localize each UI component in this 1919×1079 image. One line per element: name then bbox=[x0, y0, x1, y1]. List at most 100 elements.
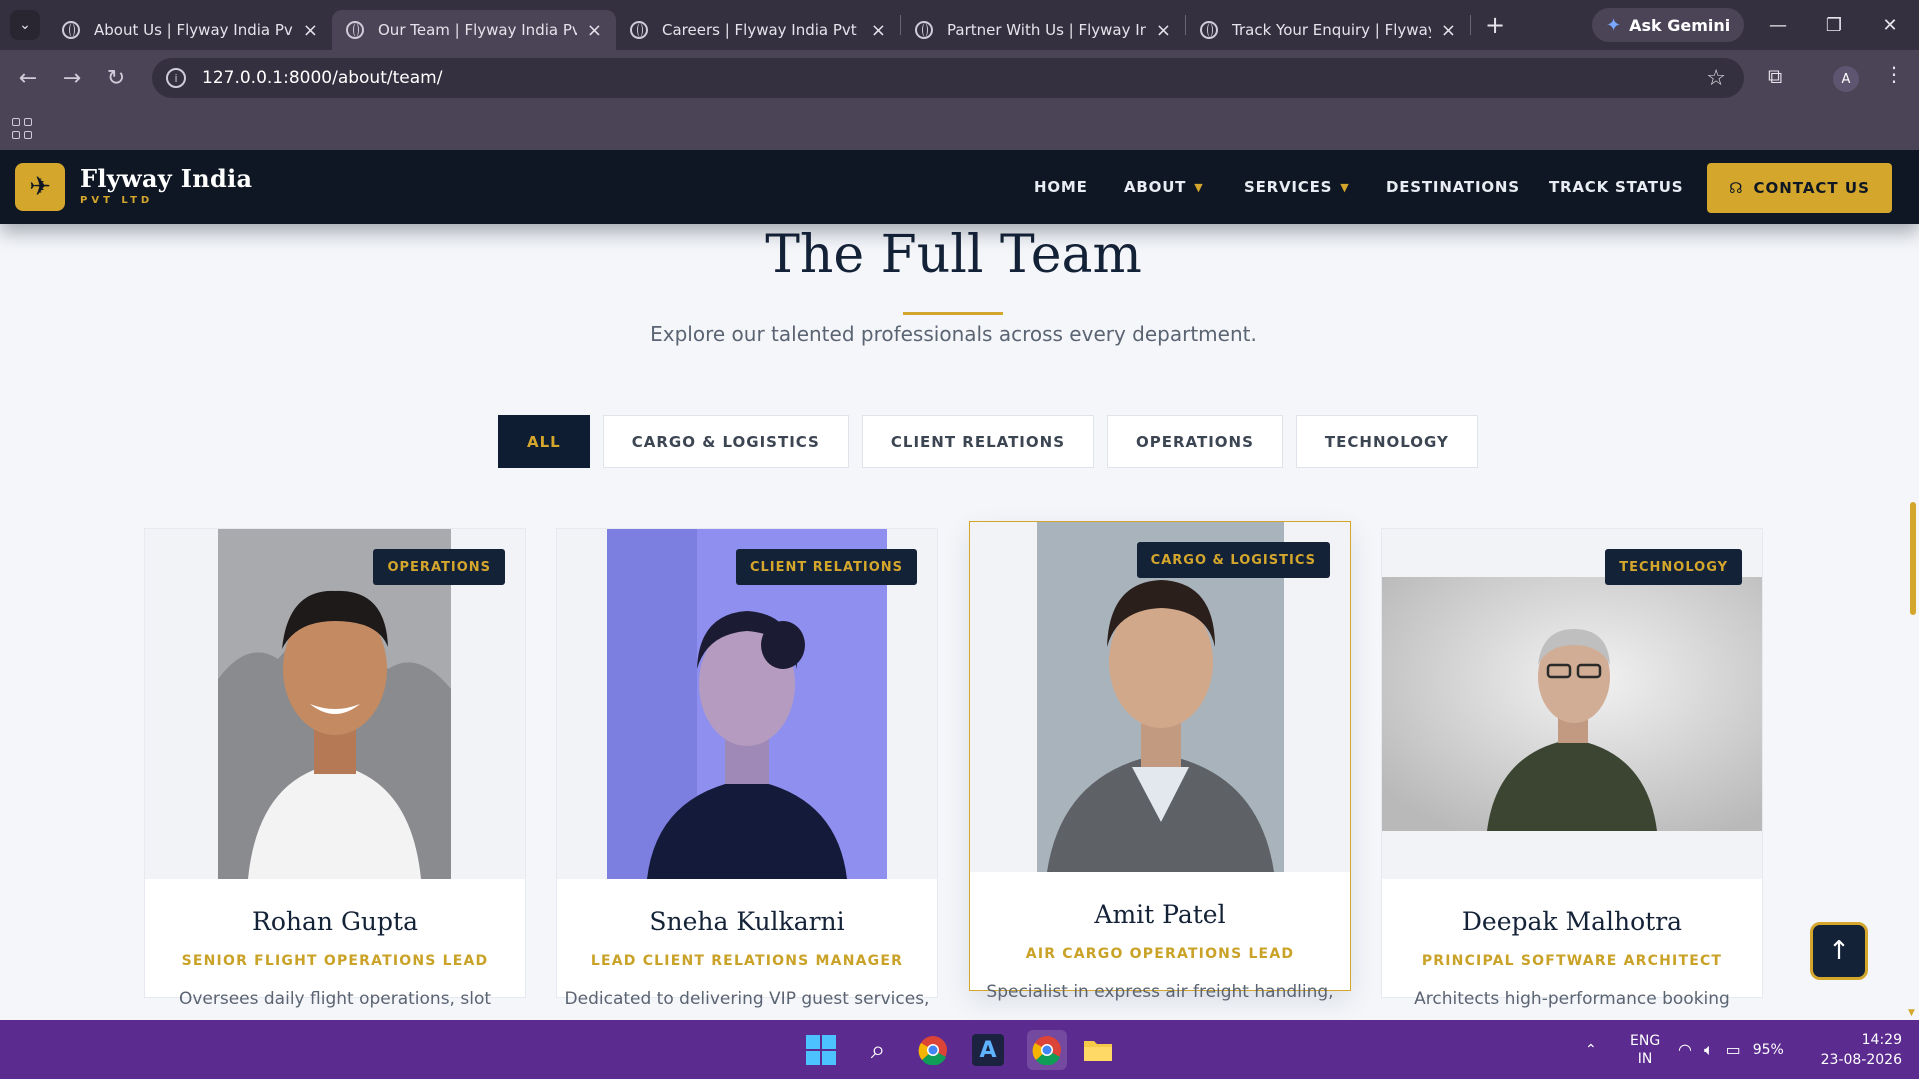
back-to-top-button[interactable]: ↑ bbox=[1810, 922, 1868, 980]
tab-our-team[interactable]: Our Team | Flyway India Pvt Ltd × bbox=[332, 10, 616, 50]
ask-gemini-button[interactable]: ✦ Ask Gemini bbox=[1592, 8, 1745, 42]
nav-destinations[interactable]: DESTINATIONS bbox=[1386, 150, 1520, 224]
apps-grid-icon[interactable] bbox=[12, 118, 34, 140]
filter-operations-button[interactable]: OPERATIONS bbox=[1107, 415, 1283, 468]
tab-title: About Us | Flyway India Pvt Ltd bbox=[94, 21, 293, 39]
airplane-logo-icon[interactable]: ✈ bbox=[15, 163, 65, 211]
tab-careers[interactable]: Careers | Flyway India Pvt Ltd × bbox=[616, 10, 900, 50]
department-filter-group: ALL CARGO & LOGISTICS CLIENT RELATIONS O… bbox=[498, 415, 1478, 468]
windows-taskbar: ⌕ A ⌃ ENG IN ◠ 🔈︎ ▭ 95% 14:29 23-08-2026 bbox=[0, 1020, 1919, 1079]
member-name: Rohan Gupta bbox=[252, 907, 418, 936]
ask-gemini-label: Ask Gemini bbox=[1629, 15, 1731, 35]
arrow-up-icon: ↑ bbox=[1828, 936, 1850, 966]
profile-avatar[interactable]: A bbox=[1833, 66, 1859, 92]
nav-home-label: HOME bbox=[1034, 178, 1088, 196]
member-name: Sneha Kulkarni bbox=[649, 907, 845, 936]
tab-partner-with-us[interactable]: Partner With Us | Flyway India × bbox=[901, 10, 1185, 50]
language-label: ENG bbox=[1630, 1032, 1661, 1049]
team-card-sneha-kulkarni[interactable]: CLIENT RELATIONS Sneha Kulkarni LEAD CLI… bbox=[556, 528, 938, 1009]
globe-icon bbox=[915, 21, 933, 39]
address-bar[interactable]: i 127.0.0.1:8000/about/team/ ☆ bbox=[152, 58, 1744, 98]
restore-icon[interactable]: ❐ bbox=[1806, 0, 1862, 50]
minimize-icon[interactable]: — bbox=[1750, 0, 1806, 50]
nav-home[interactable]: HOME bbox=[1034, 150, 1088, 224]
tray-overflow-chevron-icon[interactable]: ⌃ bbox=[1585, 1020, 1597, 1079]
team-card-amit-patel[interactable]: CARGO & LOGISTICS Amit Patel AIR CARGO O… bbox=[969, 521, 1351, 1002]
close-tab-icon[interactable]: × bbox=[1156, 20, 1171, 41]
nav-services[interactable]: SERVICES ▼ bbox=[1244, 150, 1350, 224]
filter-client-relations-button[interactable]: CLIENT RELATIONS bbox=[861, 415, 1094, 468]
extensions-puzzle-icon[interactable]: ⧉ bbox=[1768, 64, 1782, 88]
page-subtitle: Explore our talented professionals acros… bbox=[650, 322, 1257, 346]
nav-services-label: SERVICES bbox=[1244, 178, 1333, 196]
tab-title: Partner With Us | Flyway India bbox=[947, 21, 1146, 39]
nav-track-label: TRACK STATUS bbox=[1549, 178, 1684, 196]
back-arrow-icon[interactable]: ← bbox=[6, 66, 50, 91]
windows-start-icon[interactable] bbox=[805, 1034, 837, 1066]
bookmark-star-icon[interactable]: ☆ bbox=[1706, 66, 1726, 91]
tab-track-enquiry[interactable]: Track Your Enquiry | Flyway India × bbox=[1186, 10, 1470, 50]
reload-icon[interactable]: ↻ bbox=[94, 66, 138, 91]
tab-about-us[interactable]: About Us | Flyway India Pvt Ltd × bbox=[48, 10, 332, 50]
contact-us-label: CONTACT US bbox=[1753, 179, 1870, 197]
wifi-icon: ◠ bbox=[1678, 1040, 1692, 1059]
forward-arrow-icon[interactable]: → bbox=[50, 66, 94, 91]
department-badge: OPERATIONS bbox=[373, 549, 505, 585]
tab-title: Our Team | Flyway India Pvt Ltd bbox=[378, 21, 577, 39]
team-card-deepak-malhotra[interactable]: TECHNOLOGY Deepak Malhotra PRINCIPAL SOF… bbox=[1381, 528, 1763, 1009]
team-card-rohan-gupta[interactable]: OPERATIONS Rohan Gupta SENIOR FLIGHT OPE… bbox=[144, 528, 526, 1009]
taskbar-clock[interactable]: 14:29 23-08-2026 bbox=[1812, 1030, 1902, 1070]
new-tab-icon[interactable]: + bbox=[1485, 11, 1505, 39]
photo-frame: CARGO & LOGISTICS bbox=[970, 522, 1350, 872]
nav-destinations-label: DESTINATIONS bbox=[1386, 178, 1520, 196]
department-badge: TECHNOLOGY bbox=[1605, 549, 1742, 585]
tab-separator bbox=[1470, 15, 1471, 35]
close-tab-icon[interactable]: × bbox=[871, 20, 886, 41]
chevron-down-icon: ▼ bbox=[1194, 180, 1204, 194]
file-explorer-icon[interactable] bbox=[1082, 1034, 1114, 1066]
system-tray-icons[interactable]: ◠ 🔈︎ ▭ 95% bbox=[1678, 1020, 1784, 1079]
member-role: SENIOR FLIGHT OPERATIONS LEAD bbox=[181, 953, 489, 969]
tab-title: Track Your Enquiry | Flyway India bbox=[1232, 21, 1431, 39]
member-name: Amit Patel bbox=[1094, 900, 1226, 929]
filter-all-button[interactable]: ALL bbox=[498, 415, 590, 468]
globe-icon bbox=[1200, 21, 1218, 39]
brand-name[interactable]: Flyway India bbox=[80, 164, 252, 193]
globe-icon bbox=[630, 21, 648, 39]
contact-us-button[interactable]: ☊ CONTACT US bbox=[1707, 163, 1892, 213]
tab-title: Careers | Flyway India Pvt Ltd bbox=[662, 21, 861, 39]
filter-cargo-logistics-button[interactable]: CARGO & LOGISTICS bbox=[602, 415, 849, 468]
filter-technology-button[interactable]: TECHNOLOGY bbox=[1295, 415, 1478, 468]
member-role: LEAD CLIENT RELATIONS MANAGER bbox=[590, 953, 904, 969]
page-scrollbar-thumb[interactable] bbox=[1910, 502, 1916, 615]
url-text: 127.0.0.1:8000/about/team/ bbox=[202, 68, 443, 88]
site-info-icon[interactable]: i bbox=[166, 68, 186, 88]
department-badge: CARGO & LOGISTICS bbox=[1136, 542, 1330, 578]
browser-toolbar: ← → ↻ i 127.0.0.1:8000/about/team/ ☆ bbox=[0, 50, 1919, 106]
close-window-icon[interactable]: ✕ bbox=[1862, 0, 1918, 50]
bookmarks-bar bbox=[0, 106, 1919, 150]
member-role: PRINCIPAL SOFTWARE ARCHITECT bbox=[1421, 953, 1723, 969]
region-label: IN bbox=[1637, 1050, 1653, 1067]
chrome-active-icon[interactable] bbox=[1027, 1030, 1067, 1070]
scroll-down-arrow-icon[interactable]: ▼ bbox=[1908, 1008, 1915, 1018]
close-tab-icon[interactable]: × bbox=[587, 20, 602, 41]
close-tab-icon[interactable]: × bbox=[303, 20, 318, 41]
volume-icon: 🔈︎ bbox=[1703, 1039, 1714, 1059]
browser-menu-icon[interactable]: ⋮ bbox=[1884, 62, 1904, 86]
search-icon[interactable]: ⌕ bbox=[862, 1034, 894, 1066]
member-description: Architects high-performance booking bbox=[1414, 989, 1730, 1009]
nav-track-status[interactable]: TRACK STATUS bbox=[1549, 150, 1683, 224]
title-divider bbox=[903, 312, 1003, 315]
headset-icon: ☊ bbox=[1729, 179, 1744, 197]
app-a-icon[interactable]: A bbox=[972, 1034, 1004, 1066]
member-description: Specialist in express air freight handli… bbox=[986, 982, 1334, 1002]
close-tab-icon[interactable]: × bbox=[1441, 20, 1456, 41]
chevron-down-icon: ▼ bbox=[1340, 180, 1350, 194]
clock-date: 23-08-2026 bbox=[1820, 1052, 1902, 1068]
language-indicator[interactable]: ENG IN bbox=[1630, 1020, 1660, 1079]
chrome-icon[interactable] bbox=[917, 1034, 949, 1066]
nav-about[interactable]: ABOUT ▼ bbox=[1124, 150, 1203, 224]
page-title: The Full Team bbox=[765, 225, 1142, 285]
tab-search-chevron-icon[interactable]: ⌄ bbox=[10, 10, 40, 40]
